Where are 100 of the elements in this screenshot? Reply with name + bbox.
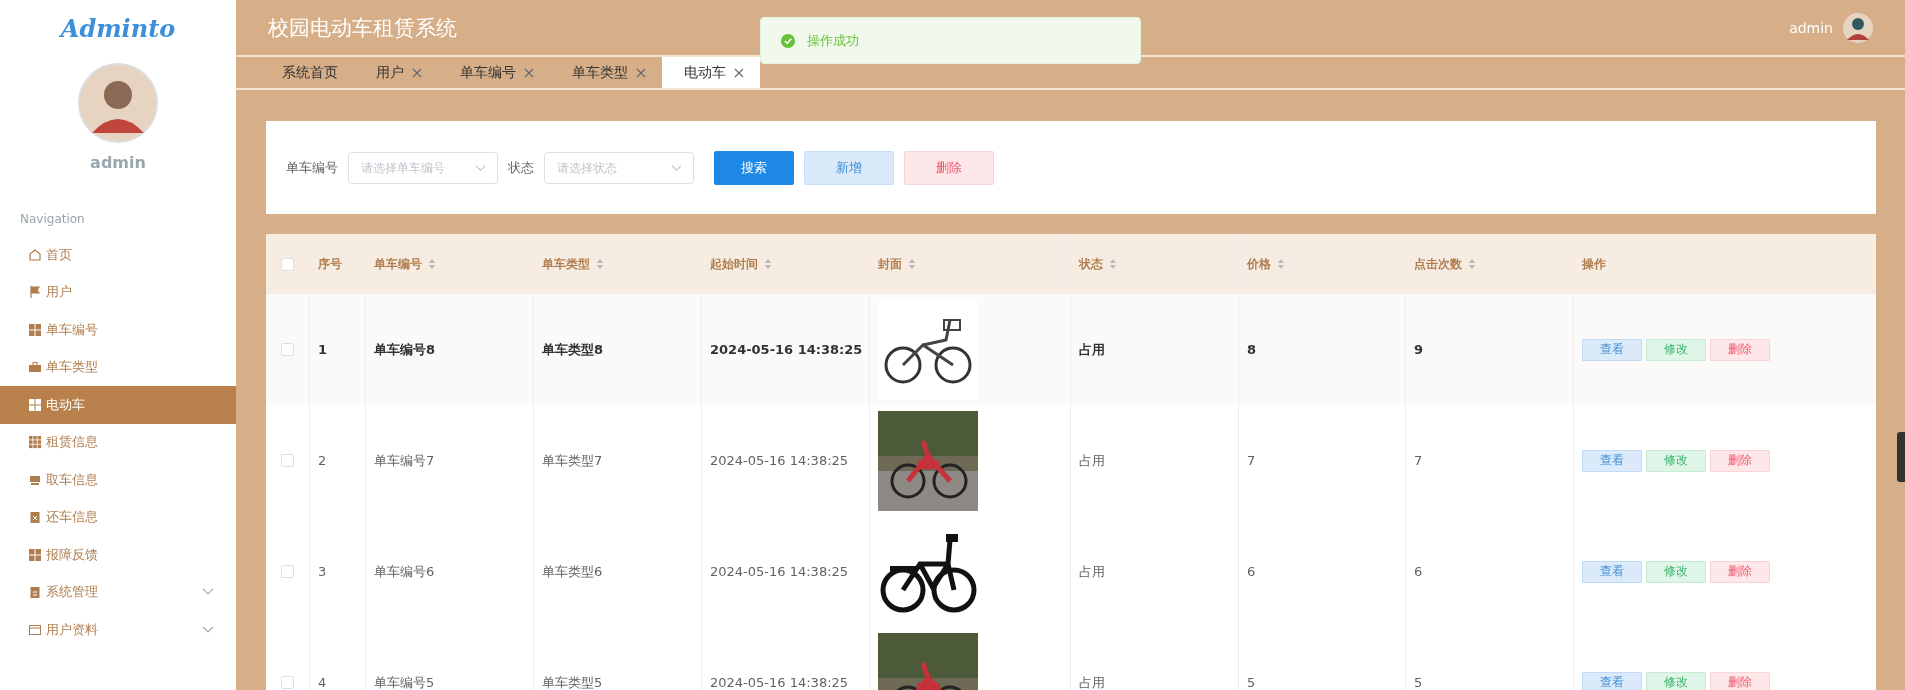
nav-label: 取车信息 xyxy=(46,470,99,489)
checkbox[interactable] xyxy=(281,565,294,578)
edit-button[interactable]: 修改 xyxy=(1646,338,1706,361)
table-cell: 单车编号7 xyxy=(374,451,435,470)
table-cell: 占用 xyxy=(1079,673,1105,690)
checkbox[interactable] xyxy=(281,454,294,467)
nav-label: 租赁信息 xyxy=(46,433,99,452)
close-icon[interactable] xyxy=(636,67,646,78)
table-cell: 单车类型5 xyxy=(542,673,603,690)
checkbox[interactable] xyxy=(281,257,294,271)
flag-icon xyxy=(28,285,42,300)
add-button[interactable]: 新增 xyxy=(804,150,894,185)
table-cell: 2024-05-16 14:38:25 xyxy=(710,453,849,468)
sort-icon[interactable] xyxy=(428,258,436,270)
table-cell: 占用 xyxy=(1079,451,1105,470)
delete-button[interactable]: 删除 xyxy=(1710,338,1770,361)
view-button[interactable]: 查看 xyxy=(1582,449,1642,472)
table-cell: 7 xyxy=(1414,453,1423,468)
user-name: admin xyxy=(90,153,146,172)
nav-item[interactable]: 用户资料 xyxy=(0,611,236,649)
view-button[interactable]: 查看 xyxy=(1582,671,1642,690)
nav-item[interactable]: 单车编号 xyxy=(0,311,236,349)
nav-label: 系统管理 xyxy=(46,583,99,602)
toast-message: 操作成功 xyxy=(807,31,859,50)
filter-label: 状态 xyxy=(508,158,534,177)
tab[interactable]: 用户 xyxy=(354,57,438,88)
table-cell: 单车类型8 xyxy=(542,340,604,359)
table-cell: 6 xyxy=(1414,564,1423,579)
close-icon[interactable] xyxy=(524,67,534,78)
table-cell: 占用 xyxy=(1079,562,1105,581)
nav-item[interactable]: 单车类型 xyxy=(0,348,236,386)
edit-button[interactable]: 修改 xyxy=(1646,671,1706,690)
table-cell: 2 xyxy=(318,453,327,468)
nav-item[interactable]: 电动车 xyxy=(0,386,236,424)
checkbox[interactable] xyxy=(281,343,294,356)
nav-label: 单车编号 xyxy=(46,320,99,339)
table-cell: 3 xyxy=(318,564,327,579)
nav-label: 首页 xyxy=(46,245,73,264)
user-name: admin xyxy=(1789,19,1833,36)
nav-item[interactable]: 首页 xyxy=(0,236,236,274)
nav-item[interactable]: 系统管理 xyxy=(0,573,236,611)
chevron-icon xyxy=(475,164,486,172)
view-button[interactable]: 查看 xyxy=(1582,338,1642,361)
sort-icon[interactable] xyxy=(1109,258,1117,270)
table-row[interactable]: 3 单车编号6 单车类型6 2024-05-16 14:38:25 占用 6 6 查看 修改 删除 xyxy=(266,516,1876,627)
app-title: 校园电动车租赁系统 xyxy=(268,14,457,42)
clipboard-icon xyxy=(28,585,42,600)
card-icon xyxy=(28,622,42,637)
checkbox[interactable] xyxy=(281,676,294,689)
avatar-icon[interactable] xyxy=(1843,12,1873,43)
search-button[interactable]: 搜索 xyxy=(714,150,794,185)
delete-button[interactable]: 删除 xyxy=(1710,671,1770,690)
avatar-icon xyxy=(78,63,158,143)
close-icon[interactable] xyxy=(734,67,744,78)
table-cell: 8 xyxy=(1247,342,1257,357)
nav-item[interactable]: 租赁信息 xyxy=(0,423,236,461)
table-cell: 9 xyxy=(1414,342,1424,357)
scrollbar-thumb[interactable] xyxy=(1897,432,1905,482)
edit-button[interactable]: 修改 xyxy=(1646,449,1706,472)
filter-label: 单车编号 xyxy=(286,158,338,177)
table-cell: 7 xyxy=(1247,453,1256,468)
table-cell: 单车编号8 xyxy=(374,340,436,359)
tab[interactable]: 单车编号 xyxy=(438,57,550,88)
nav-item[interactable]: 报障反馈 xyxy=(0,536,236,574)
table-cell: 2024-05-16 14:38:25 xyxy=(710,675,849,690)
table-cell: 5 xyxy=(1414,675,1423,690)
nav-label: 单车类型 xyxy=(46,358,99,377)
edit-button[interactable]: 修改 xyxy=(1646,560,1706,583)
close-icon[interactable] xyxy=(412,67,422,78)
clipboard-icon xyxy=(28,510,42,525)
table-row[interactable]: 4 单车编号5 单车类型5 2024-05-16 14:38:25 占用 5 5 查看 修改 删除 xyxy=(266,627,1876,690)
table-cell: 4 xyxy=(318,675,327,690)
nav-item[interactable]: 取车信息 xyxy=(0,461,236,499)
nav-label: 用户 xyxy=(46,283,73,302)
tab[interactable]: 系统首页 xyxy=(260,57,354,88)
sort-icon[interactable] xyxy=(908,258,916,270)
table-row[interactable]: 2 单车编号7 单车类型7 2024-05-16 14:38:25 占用 7 7 查看 修改 删除 xyxy=(266,405,1876,516)
home-icon xyxy=(28,247,42,262)
table-cell: 6 xyxy=(1247,564,1256,579)
nav-item[interactable]: 还车信息 xyxy=(0,498,236,536)
table-row[interactable]: 1 单车编号8 单车类型8 2024-05-16 14:38:25 占用 8 9 查看 修改 删除 xyxy=(266,294,1876,405)
chevron-icon xyxy=(202,588,214,597)
section-label: Navigation xyxy=(20,212,86,226)
sort-icon[interactable] xyxy=(596,258,604,270)
nav-item[interactable]: 用户 xyxy=(0,273,236,311)
tab[interactable]: 电动车 xyxy=(662,57,760,88)
tab[interactable]: 单车类型 xyxy=(550,57,662,88)
delete-button[interactable]: 删除 xyxy=(1710,560,1770,583)
table-cell: 5 xyxy=(1247,675,1256,690)
delete-button[interactable]: 删除 xyxy=(1710,449,1770,472)
grid-icon xyxy=(28,547,42,562)
sort-icon[interactable] xyxy=(764,258,772,270)
delete-button[interactable]: 删除 xyxy=(904,150,994,185)
chevron-icon xyxy=(671,164,682,172)
sort-icon[interactable] xyxy=(1468,258,1476,270)
select-field[interactable]: 请选择状态 xyxy=(544,151,694,184)
view-button[interactable]: 查看 xyxy=(1582,560,1642,583)
table-cell: 2024-05-16 14:38:25 xyxy=(710,564,849,579)
nav-label: 报障反馈 xyxy=(46,545,99,564)
sort-icon[interactable] xyxy=(1277,258,1285,270)
